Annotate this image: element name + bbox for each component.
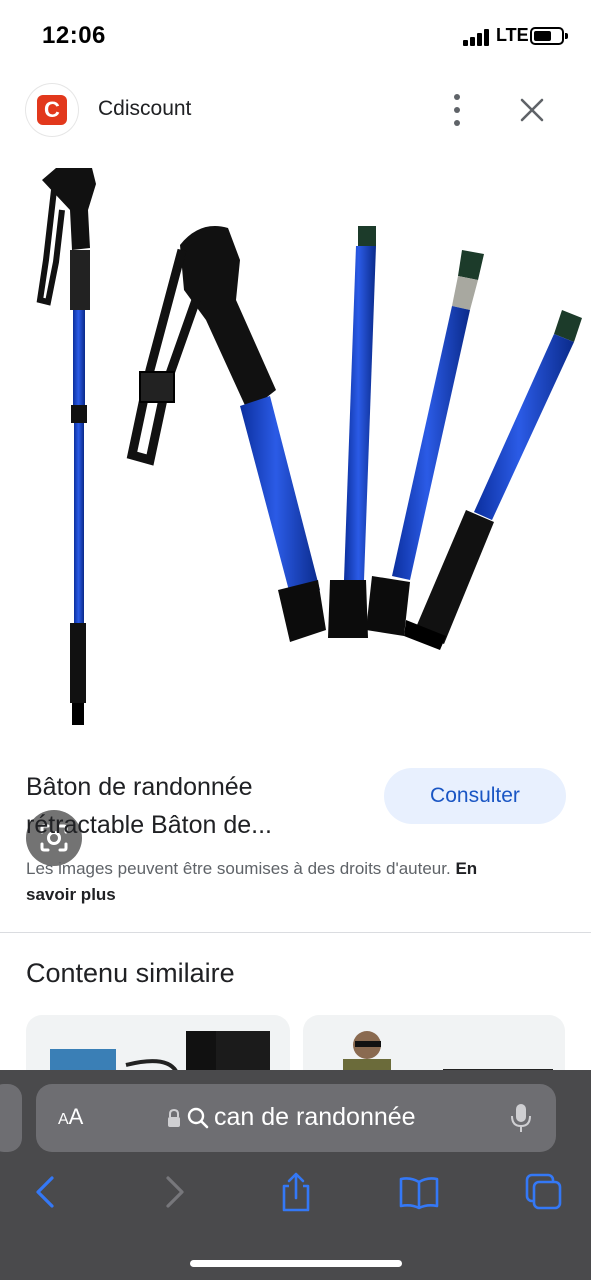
bookmarks-icon[interactable] (397, 1170, 441, 1214)
section-divider (0, 932, 591, 933)
mic-icon[interactable] (510, 1102, 532, 1134)
browser-bottom-bar: AA can de randonnée (0, 1070, 591, 1280)
product-title[interactable]: Bâton de randonnée rétractable Bâton de.… (26, 768, 356, 844)
page-settings-button[interactable]: AA (58, 1104, 83, 1130)
product-title-line-1: Bâton de randonnée (26, 773, 253, 801)
similar-content-heading: Contenu similaire (26, 958, 235, 988)
search-icon (186, 1106, 210, 1130)
network-type: LTE (496, 25, 529, 45)
close-icon[interactable] (512, 90, 552, 130)
product-image[interactable] (0, 150, 591, 866)
status-bar: 12:06 LTE (0, 0, 591, 72)
signal-icon (463, 28, 493, 46)
forward-icon[interactable] (152, 1170, 196, 1214)
share-icon[interactable] (274, 1170, 318, 1214)
address-bar[interactable]: AA can de randonnée (36, 1084, 556, 1152)
browser-toolbar (0, 1170, 591, 1214)
cdiscount-logo[interactable]: C (26, 84, 78, 136)
address-text[interactable]: can de randonnée (214, 1103, 416, 1132)
consult-button[interactable]: Consulter (384, 768, 566, 824)
home-indicator (190, 1260, 402, 1267)
product-title-line-2: rétractable Bâton de... (26, 811, 272, 839)
back-icon[interactable] (24, 1170, 68, 1214)
source-name[interactable]: Cdiscount (98, 97, 191, 121)
previous-tab-preview[interactable] (0, 1084, 22, 1152)
more-vert-icon[interactable] (440, 92, 474, 128)
tabs-icon[interactable] (522, 1170, 566, 1214)
copyright-text: Les images peuvent être soumises à des d… (26, 859, 451, 878)
copyright-notice: Les images peuvent être soumises à des d… (26, 856, 566, 908)
source-header: C Cdiscount (0, 78, 591, 142)
lock-icon (166, 1107, 182, 1129)
status-time: 12:06 (42, 22, 106, 49)
logo-letter: C (37, 95, 67, 125)
battery-icon (530, 27, 568, 45)
